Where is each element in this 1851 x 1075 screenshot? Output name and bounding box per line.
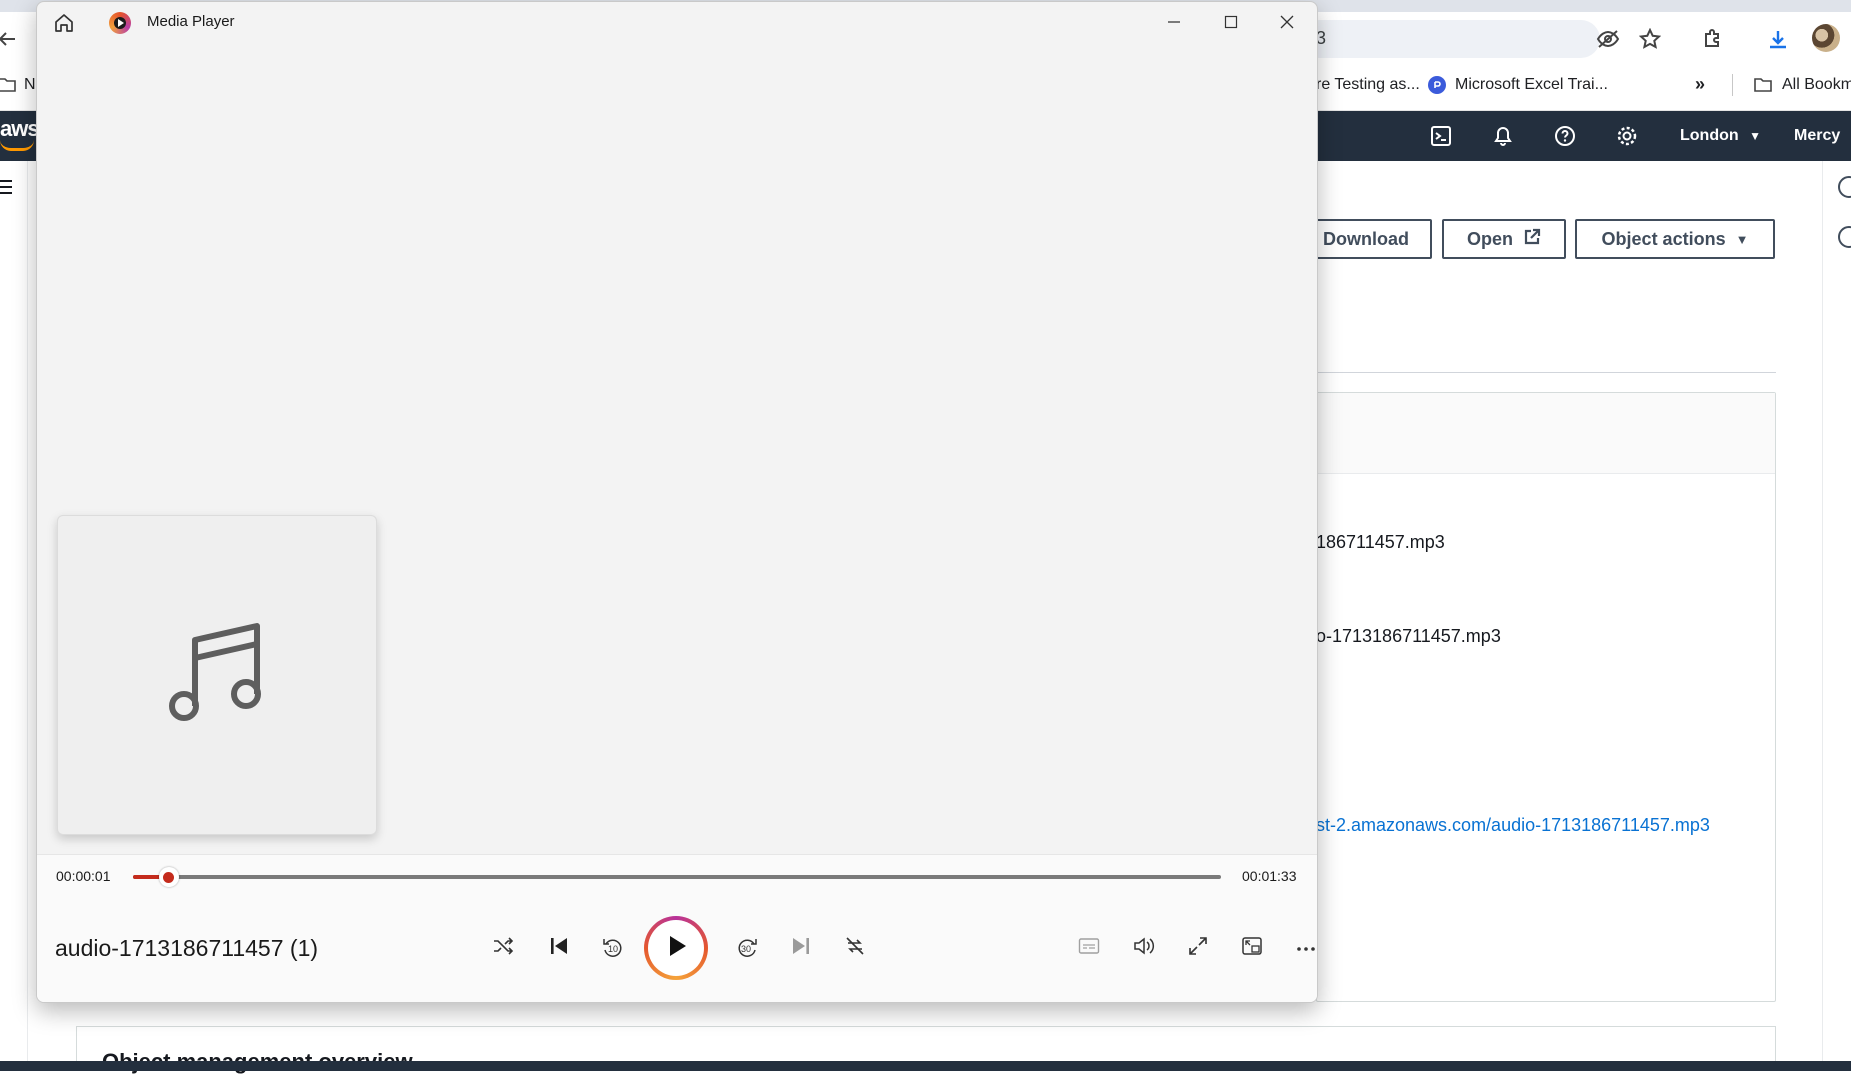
settings-gear-icon[interactable] <box>1612 121 1642 151</box>
full-screen-button[interactable] <box>1178 928 1218 968</box>
download-button[interactable]: Download <box>1300 219 1432 259</box>
all-bookmarks-item[interactable]: All Bookm <box>1782 76 1851 94</box>
play-icon <box>663 933 689 964</box>
media-player-window: Media Player 00:00:01 00:01:33 audio-171… <box>36 1 1318 1003</box>
mini-player-button[interactable] <box>1232 928 1272 968</box>
cloudshell-icon[interactable] <box>1426 121 1456 151</box>
elapsed-time: 00:00:01 <box>56 868 111 884</box>
object-actions-label: Object actions <box>1602 229 1726 250</box>
object-overview-card <box>1316 392 1776 1002</box>
star-bookmark-icon[interactable] <box>1637 26 1663 52</box>
total-time: 00:01:33 <box>1242 868 1297 884</box>
shuffle-icon <box>492 935 514 962</box>
eye-off-icon[interactable] <box>1595 26 1621 52</box>
media-player-title: Media Player <box>147 13 235 30</box>
skip-next-icon <box>790 935 812 962</box>
aws-logo[interactable]: aws <box>0 116 39 142</box>
account-menu[interactable]: Mercy ▼ <box>1794 127 1851 145</box>
aws-side-nav-collapsed <box>0 161 28 1071</box>
profile-avatar[interactable] <box>1812 24 1840 52</box>
tabs-divider <box>1316 372 1776 373</box>
account-name: Mercy <box>1794 127 1840 144</box>
bookmark-divider <box>1732 74 1733 96</box>
aws-help-rail <box>1822 161 1851 1071</box>
folder-icon <box>1750 72 1776 98</box>
previous-track-button[interactable] <box>539 928 579 968</box>
repeat-off-button[interactable] <box>835 928 875 968</box>
seek-bar[interactable] <box>133 875 1221 879</box>
address-bar[interactable] <box>1300 20 1600 58</box>
forward-30-button[interactable]: 30 <box>727 928 767 968</box>
rewind-seconds-label: 10 <box>608 944 618 954</box>
expand-icon <box>1187 935 1209 962</box>
minimize-button[interactable] <box>1146 2 1202 42</box>
music-note-icon <box>167 618 267 733</box>
home-icon[interactable] <box>51 10 77 36</box>
rewind-10-button[interactable]: 10 <box>593 928 633 968</box>
help-question-icon[interactable] <box>1550 121 1580 151</box>
close-button[interactable] <box>1259 2 1315 42</box>
play-button-inner <box>648 920 704 976</box>
album-art-placeholder <box>57 515 377 835</box>
open-button[interactable]: Open <box>1442 219 1566 259</box>
rewind-10-icon: 10 <box>601 936 625 960</box>
download-arrow-icon[interactable] <box>1765 26 1791 52</box>
bookmark-favicon-icon <box>1428 76 1446 94</box>
maximize-button[interactable] <box>1203 2 1259 42</box>
aws-footer-bar <box>0 1061 1851 1071</box>
external-link-icon <box>1523 228 1541 251</box>
next-track-button[interactable] <box>781 928 821 968</box>
play-button[interactable] <box>644 916 708 980</box>
bookmark-item[interactable]: Microsoft Excel Trai... <box>1455 76 1608 94</box>
shuffle-button[interactable] <box>483 928 523 968</box>
now-playing-title: audio-1713186711457 (1) <box>55 935 318 962</box>
repeat-off-icon <box>844 935 866 962</box>
object-overview-card-header <box>1317 393 1775 474</box>
menu-hamburger-icon[interactable] <box>0 178 14 201</box>
object-url-link[interactable]: st-2.amazonaws.com/audio-1713186711457.m… <box>1316 815 1710 836</box>
object-actions-button[interactable]: Object actions ▼ <box>1575 219 1775 259</box>
more-bookmarks-chevron-icon[interactable]: » <box>1695 74 1705 95</box>
seek-bar-thumb[interactable] <box>159 867 179 887</box>
download-button-label: Download <box>1323 229 1409 250</box>
open-button-label: Open <box>1467 229 1513 250</box>
bookmark-item[interactable]: N <box>24 76 36 94</box>
object-key-value: 186711457.mp3 <box>1316 532 1445 553</box>
back-arrow-icon[interactable] <box>0 26 20 52</box>
volume-button[interactable] <box>1124 928 1164 968</box>
caret-down-icon: ▼ <box>1736 232 1749 247</box>
region-selector[interactable]: London ▼ <box>1680 127 1761 145</box>
extensions-puzzle-icon[interactable] <box>1700 26 1726 52</box>
captions-button[interactable] <box>1069 928 1109 968</box>
notifications-bell-icon[interactable] <box>1488 121 1518 151</box>
region-label: London <box>1680 127 1739 144</box>
bookmark-item[interactable]: re Testing as... <box>1316 76 1420 94</box>
forward-seconds-label: 30 <box>741 944 751 954</box>
media-player-app-icon <box>109 12 131 34</box>
more-options-button[interactable] <box>1286 928 1318 968</box>
folder-icon <box>0 72 20 98</box>
skip-previous-icon <box>548 935 570 962</box>
speaker-volume-icon <box>1132 935 1156 962</box>
forward-30-icon: 30 <box>735 936 759 960</box>
object-name-value: o-1713186711457.mp3 <box>1316 626 1501 647</box>
caret-down-icon: ▼ <box>1749 129 1761 143</box>
more-dots-icon <box>1296 939 1316 957</box>
mini-player-icon <box>1241 935 1263 962</box>
captions-icon <box>1078 937 1100 960</box>
